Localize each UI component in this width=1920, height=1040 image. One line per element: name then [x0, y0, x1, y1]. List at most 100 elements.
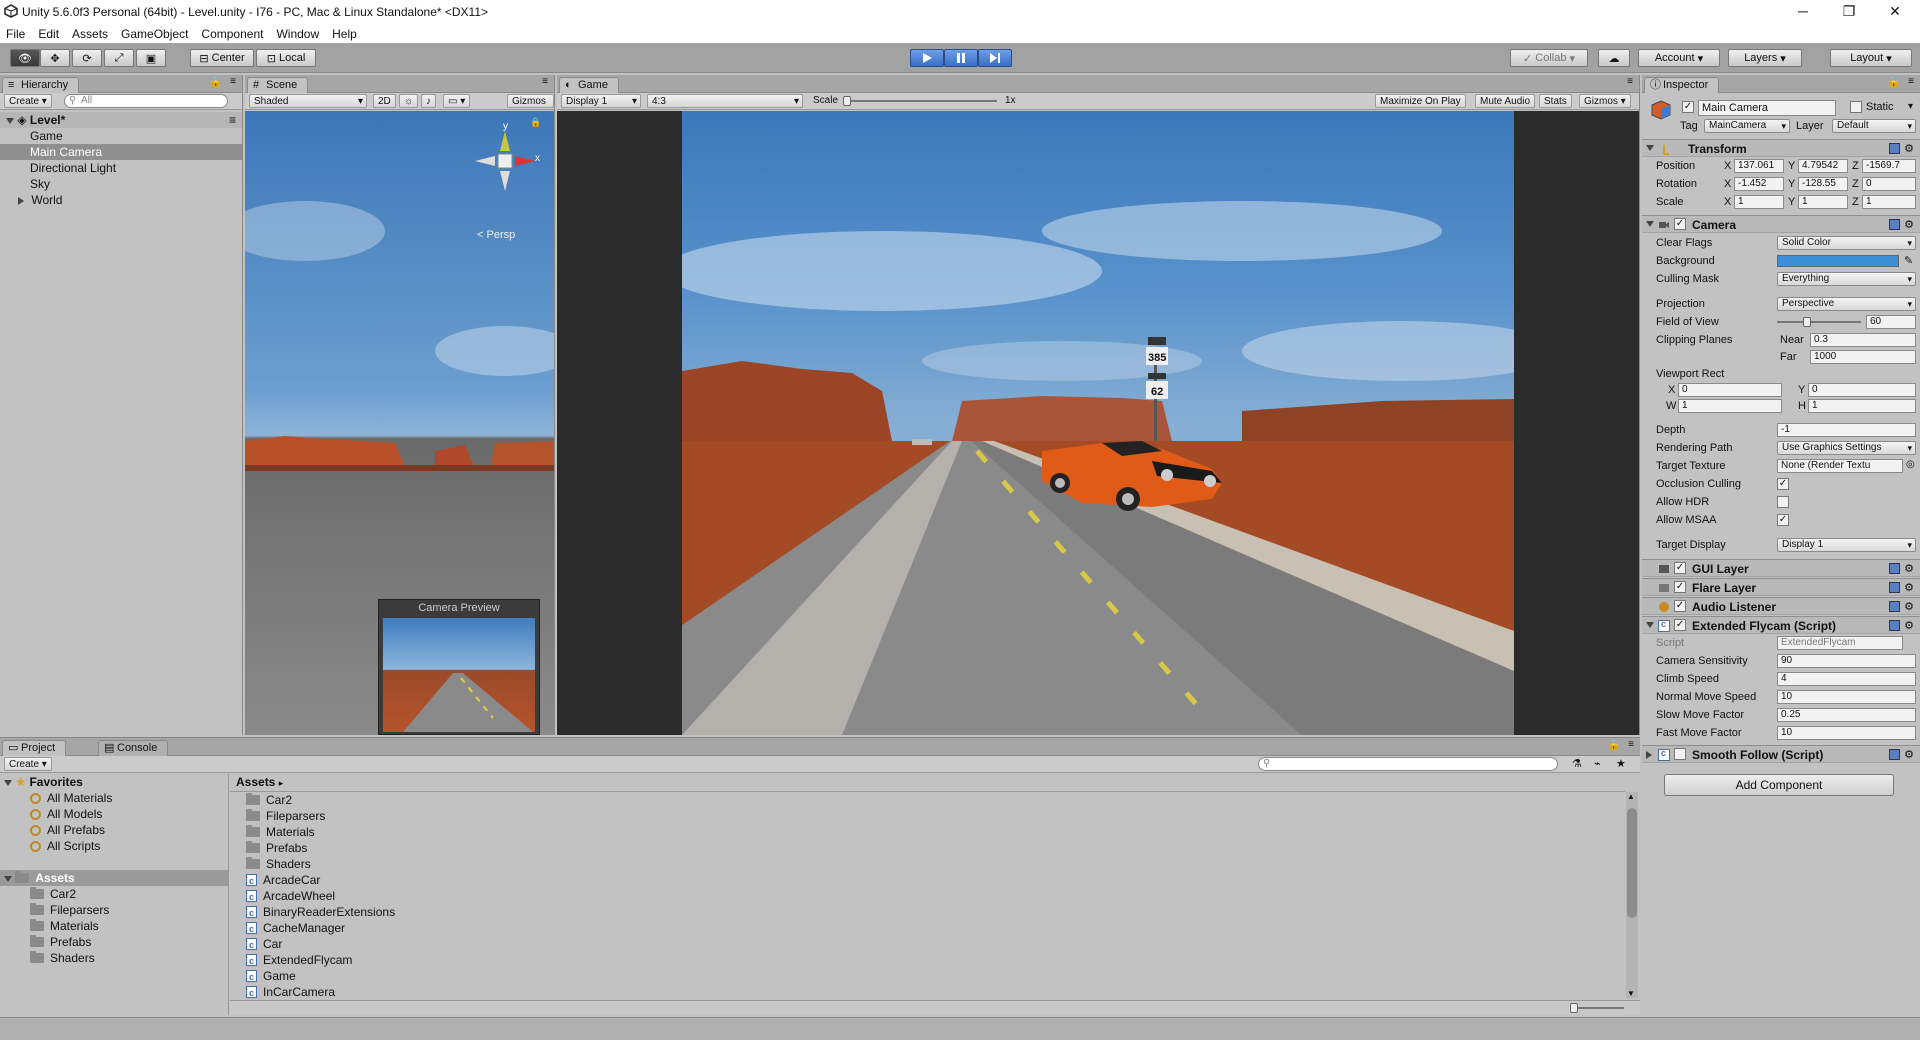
- smooth-follow-checkbox[interactable]: [1674, 748, 1686, 760]
- clear-flags-dropdown[interactable]: Solid Color: [1777, 236, 1916, 250]
- viewport-y-input[interactable]: 0: [1808, 383, 1916, 397]
- scale-y-input[interactable]: 1: [1798, 195, 1848, 209]
- gui-layer-checkbox[interactable]: ✓: [1674, 562, 1686, 574]
- depth-input[interactable]: -1: [1777, 423, 1916, 437]
- scene-gizmos-dropdown[interactable]: Gizmos ▾: [507, 94, 554, 120]
- tree-folder-car2[interactable]: Car2: [30, 886, 76, 902]
- file-item[interactable]: Car: [246, 936, 282, 953]
- sensitivity-input[interactable]: 90: [1777, 654, 1916, 668]
- viewport-h-input[interactable]: 1: [1808, 399, 1916, 413]
- display-dropdown[interactable]: Display 1 ▾: [561, 94, 641, 108]
- scale-slider[interactable]: [847, 100, 997, 102]
- tree-folder-fileparsers[interactable]: Fileparsers: [30, 902, 109, 918]
- help-book-icon[interactable]: [1889, 563, 1900, 574]
- gear-icon[interactable]: ⚙: [1904, 748, 1914, 761]
- fov-input[interactable]: 60: [1866, 315, 1916, 329]
- near-input[interactable]: 0.3: [1810, 333, 1916, 347]
- camera-component-header[interactable]: ✓ Camera ⚙: [1642, 215, 1920, 233]
- pause-button[interactable]: [944, 49, 978, 67]
- audio-toggle-icon[interactable]: ♪: [421, 94, 436, 108]
- gear-icon[interactable]: ⚙: [1904, 581, 1914, 594]
- fast-factor-input[interactable]: 10: [1777, 726, 1916, 740]
- cloud-button[interactable]: ☁: [1598, 49, 1630, 67]
- file-item[interactable]: Fileparsers: [246, 808, 325, 824]
- file-item[interactable]: CacheManager: [246, 920, 345, 937]
- gui-layer-component-header[interactable]: ✓ GUI Layer ⚙: [1642, 559, 1920, 577]
- perspective-label[interactable]: < Persp: [477, 229, 515, 241]
- file-item[interactable]: Game: [246, 968, 296, 985]
- static-checkbox[interactable]: [1850, 101, 1862, 113]
- account-dropdown[interactable]: Account ▾: [1638, 49, 1720, 67]
- hierarchy-item-main-camera[interactable]: Main Camera: [0, 144, 242, 160]
- mute-audio-toggle[interactable]: Mute Audio: [1475, 94, 1536, 108]
- favorite-all-materials[interactable]: All Materials: [30, 790, 112, 806]
- layer-dropdown[interactable]: Default: [1832, 119, 1916, 133]
- game-viewport[interactable]: 385 62: [682, 111, 1514, 735]
- file-item[interactable]: InCarCamera: [246, 984, 335, 1001]
- position-y-input[interactable]: 4.79542: [1798, 159, 1848, 173]
- scene-root-item[interactable]: ◈ Level* ≡: [0, 112, 242, 128]
- rotate-tool-button[interactable]: ⟳: [72, 49, 102, 67]
- restore-button[interactable]: ❐: [1826, 0, 1872, 24]
- target-texture-field[interactable]: None (Render Textu: [1777, 459, 1903, 473]
- file-item[interactable]: Materials: [246, 824, 315, 840]
- file-item[interactable]: Shaders: [246, 856, 311, 872]
- icon-size-knob[interactable]: [1570, 1003, 1578, 1013]
- scene-viewport[interactable]: y x < Persp 🔒 Camera Preview: [245, 111, 554, 735]
- scale-x-input[interactable]: 1: [1734, 195, 1784, 209]
- project-search-input[interactable]: ⚲: [1258, 757, 1558, 771]
- tab-hierarchy[interactable]: ≡ Hierarchy: [2, 77, 80, 93]
- scroll-up-icon[interactable]: ▲: [1627, 792, 1635, 801]
- rotation-y-input[interactable]: -128.55: [1798, 177, 1848, 191]
- hierarchy-create-button[interactable]: Create ▾: [4, 94, 52, 108]
- project-create-button[interactable]: Create ▾: [4, 757, 52, 771]
- scale-tool-button[interactable]: ⤢: [104, 49, 134, 67]
- lock-icon[interactable]: 🔒: [530, 117, 541, 128]
- hierarchy-search-input[interactable]: ⚲ All: [64, 94, 228, 108]
- file-item[interactable]: ExtendedFlycam: [246, 952, 352, 969]
- help-book-icon[interactable]: [1889, 582, 1900, 593]
- tree-folder-prefabs[interactable]: Prefabs: [30, 934, 91, 950]
- rotation-x-input[interactable]: -1.452: [1734, 177, 1784, 191]
- smooth-follow-component-header[interactable]: Smooth Follow (Script) ⚙: [1642, 745, 1920, 763]
- collab-dropdown[interactable]: ✓ Collab ▾: [1510, 49, 1588, 67]
- menu-component[interactable]: Component: [201, 27, 263, 41]
- lighting-toggle-icon[interactable]: ☼: [399, 94, 419, 108]
- background-color-swatch[interactable]: [1777, 255, 1899, 267]
- scene-orientation-gizmo[interactable]: y x: [465, 121, 545, 201]
- shading-mode-dropdown[interactable]: Shaded ▾: [249, 94, 367, 108]
- help-book-icon[interactable]: [1889, 749, 1900, 760]
- rendering-path-dropdown[interactable]: Use Graphics Settings: [1777, 441, 1916, 455]
- help-book-icon[interactable]: [1889, 620, 1900, 631]
- close-button[interactable]: ✕: [1872, 0, 1918, 24]
- panel-menu-icon[interactable]: ≡: [230, 76, 236, 87]
- layers-dropdown[interactable]: Layers ▾: [1728, 49, 1802, 67]
- minimize-button[interactable]: ─: [1780, 0, 1826, 24]
- fov-slider-knob[interactable]: [1803, 317, 1812, 327]
- gear-icon[interactable]: ⚙: [1904, 619, 1914, 632]
- tab-project[interactable]: ▭ Project: [2, 740, 67, 756]
- flycam-enabled-checkbox[interactable]: ✓: [1674, 619, 1686, 631]
- menu-gameobject[interactable]: GameObject: [121, 27, 188, 41]
- play-button[interactable]: [910, 49, 944, 67]
- file-item[interactable]: ArcadeCar: [246, 872, 320, 889]
- file-item[interactable]: Prefabs: [246, 840, 307, 856]
- scale-slider-knob[interactable]: [843, 96, 851, 106]
- tab-scene[interactable]: # Scene: [247, 77, 309, 93]
- pivot-center-button[interactable]: ⊟ Center: [190, 49, 254, 67]
- object-picker-icon[interactable]: ◎: [1906, 459, 1915, 470]
- target-display-dropdown[interactable]: Display 1: [1777, 538, 1916, 552]
- scroll-down-icon[interactable]: ▼: [1627, 989, 1635, 998]
- rotation-z-input[interactable]: 0: [1862, 177, 1916, 191]
- climb-input[interactable]: 4: [1777, 672, 1916, 686]
- gear-icon[interactable]: ⚙: [1904, 562, 1914, 575]
- scale-z-input[interactable]: 1: [1862, 195, 1916, 209]
- view-tool-button[interactable]: 👁: [10, 49, 40, 67]
- aspect-dropdown[interactable]: 4:3 ▾: [647, 94, 803, 108]
- help-book-icon[interactable]: [1889, 143, 1900, 154]
- scrollbar-thumb[interactable]: [1627, 808, 1637, 918]
- lock-icon[interactable]: 🔒: [1608, 740, 1620, 751]
- file-item[interactable]: ArcadeWheel: [246, 888, 335, 905]
- allow-hdr-checkbox[interactable]: [1777, 496, 1789, 508]
- far-input[interactable]: 1000: [1810, 350, 1916, 364]
